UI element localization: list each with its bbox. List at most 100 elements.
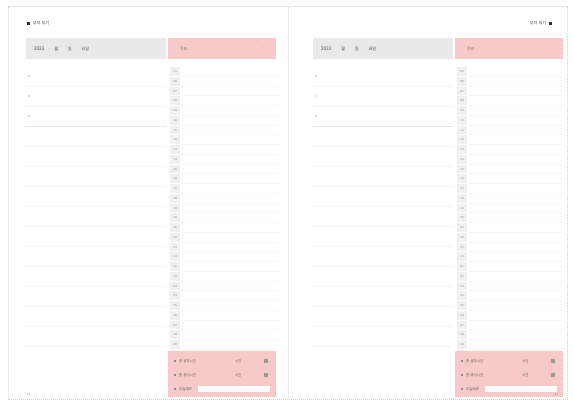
time-slot[interactable] [468,165,564,175]
time-slot[interactable] [181,174,277,184]
todo-line[interactable] [313,247,453,267]
time-grid[interactable] [181,67,277,379]
time-slot[interactable] [181,330,277,340]
time-slot[interactable] [181,96,277,106]
time-slot[interactable] [181,233,277,243]
time-slot[interactable] [468,126,564,136]
time-slot[interactable] [468,135,564,145]
time-slot[interactable] [181,340,277,350]
date-bar[interactable]: 2023 월 일 요일 [26,38,166,59]
time-slot[interactable] [181,77,277,87]
todo-line[interactable] [26,147,166,167]
todo-line[interactable] [26,127,166,147]
todo-line[interactable] [313,87,453,107]
time-slot[interactable] [468,106,564,116]
summary-toggle[interactable] [551,359,555,363]
time-slot[interactable] [468,311,564,321]
memo-input[interactable] [198,386,270,392]
todo-line[interactable] [313,267,453,287]
time-slot[interactable] [181,194,277,204]
date-bar[interactable]: 2023 월 일 요일 [313,38,453,59]
time-slot[interactable] [468,282,564,292]
time-slot[interactable] [468,233,564,243]
time-slot[interactable] [468,204,564,214]
todo-line[interactable] [26,287,166,307]
time-slot[interactable] [181,67,277,77]
todo-line[interactable] [26,247,166,267]
time-slot[interactable] [181,321,277,331]
time-slot[interactable] [181,184,277,194]
time-slot[interactable] [468,272,564,282]
time-slot[interactable] [181,155,277,165]
time-slot[interactable] [181,145,277,155]
todo-line[interactable] [26,267,166,287]
time-slot[interactable] [181,106,277,116]
time-slot[interactable] [181,301,277,311]
time-slot[interactable] [181,223,277,233]
todo-line[interactable] [26,107,166,127]
todo-line[interactable] [313,67,453,87]
todo-line[interactable] [26,87,166,107]
todo-line[interactable] [26,187,166,207]
time-grid[interactable] [468,67,564,379]
time-slot[interactable] [468,243,564,253]
time-slot[interactable] [468,194,564,204]
summary-toggle[interactable] [264,359,268,363]
time-slot[interactable] [181,243,277,253]
time-slot[interactable] [468,262,564,272]
todo-line[interactable] [313,327,453,347]
todo-line[interactable] [26,307,166,327]
summary-toggle[interactable] [551,373,555,377]
time-slot[interactable] [468,321,564,331]
time-slot[interactable] [468,116,564,126]
time-slot[interactable] [468,145,564,155]
time-slot[interactable] [181,165,277,175]
time-slot[interactable] [181,126,277,136]
goal-box[interactable]: 목표 › [168,38,276,59]
time-slot[interactable] [468,291,564,301]
time-slot[interactable] [468,223,564,233]
summary-toggle[interactable] [264,373,268,377]
todo-line[interactable] [313,107,453,127]
time-slot[interactable] [468,67,564,77]
time-slot[interactable] [181,213,277,223]
time-slot[interactable] [181,291,277,301]
todo-line[interactable] [313,287,453,307]
time-slot[interactable] [468,213,564,223]
todo-line[interactable] [313,207,453,227]
todo-line[interactable] [313,167,453,187]
hour-label: 03 [457,282,467,292]
time-slot[interactable] [468,301,564,311]
time-slot[interactable] [181,116,277,126]
time-slot[interactable] [468,252,564,262]
todo-line[interactable] [313,307,453,327]
todo-line[interactable] [313,127,453,147]
todo-line[interactable] [26,67,166,87]
time-slot[interactable] [181,252,277,262]
time-slot[interactable] [181,262,277,272]
time-slot[interactable] [181,272,277,282]
time-slot[interactable] [468,340,564,350]
hour-label: 12 [457,135,467,145]
time-slot[interactable] [468,87,564,97]
time-slot[interactable] [468,155,564,165]
time-slot[interactable] [181,87,277,97]
time-slot[interactable] [181,135,277,145]
todo-line[interactable] [26,167,166,187]
time-slot[interactable] [181,282,277,292]
todo-line[interactable] [26,207,166,227]
time-slot[interactable] [468,96,564,106]
time-slot[interactable] [468,174,564,184]
todo-line[interactable] [26,327,166,347]
goal-box[interactable]: 목표 › [455,38,563,59]
todo-line[interactable] [313,187,453,207]
time-slot[interactable] [468,184,564,194]
time-slot[interactable] [468,77,564,87]
time-slot[interactable] [181,311,277,321]
todo-line[interactable] [313,227,453,247]
todo-line[interactable] [26,227,166,247]
time-slot[interactable] [468,330,564,340]
todo-line[interactable] [313,147,453,167]
time-slot[interactable] [181,204,277,214]
memo-input[interactable] [485,386,557,392]
